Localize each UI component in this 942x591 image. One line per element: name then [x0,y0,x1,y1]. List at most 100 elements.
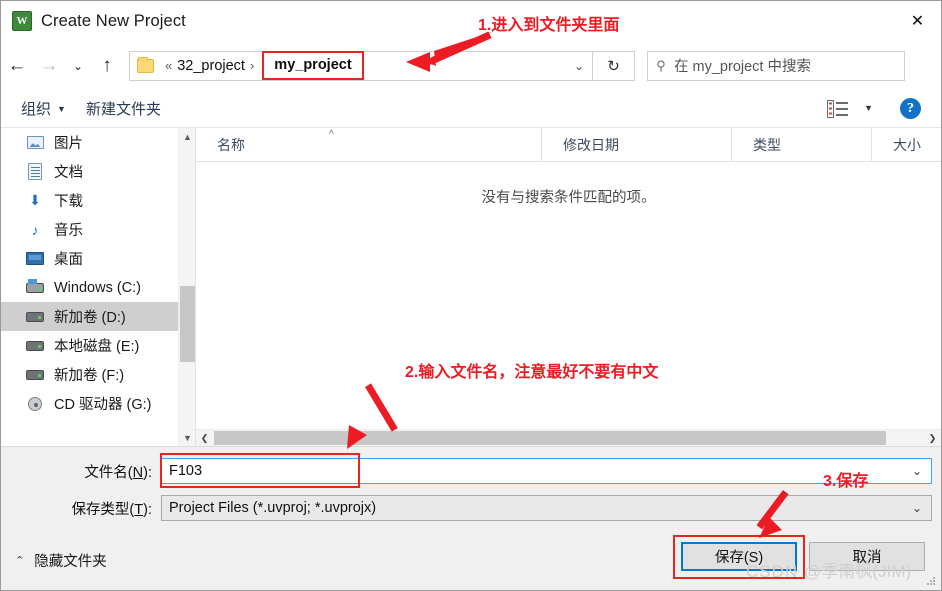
file-list-horizontal-scrollbar[interactable]: ❮ ❯ [196,429,941,446]
sidebar-item-label: 下载 [54,194,83,210]
chevron-right-icon[interactable]: ❯ [924,430,941,446]
sort-ascending-icon: ^ [329,128,334,140]
documents-icon [25,163,45,181]
address-chevron-down-icon[interactable]: ⌄ [574,52,584,80]
column-label: 大小 [893,136,921,153]
drive-icon [25,308,45,326]
view-layout-icon[interactable] [827,100,849,118]
column-headers: 名称 ^ 修改日期 类型 大小 [196,127,941,162]
filename-input[interactable]: F103 ⌄ [161,458,932,484]
chevron-up-icon[interactable]: ▲ [179,128,196,145]
column-label: 名称 [217,136,245,153]
filetype-label-key: T [134,501,144,518]
breadcrumb-current[interactable]: my_project [262,51,364,80]
sidebar-item-label: 桌面 [54,252,83,268]
watermark: CSDN @季南枫(JIM) [746,557,911,582]
sidebar-item-label: Windows (C:) [54,279,142,296]
forward-icon[interactable]: → [33,51,65,81]
breadcrumb-parent[interactable]: 32_project [177,58,245,74]
sidebar-item-volume-d[interactable]: 新加卷 (D:) [1,302,196,331]
windows-drive-icon [25,278,45,297]
filetype-label: 保存类型(T): [1,498,161,519]
navigation-sidebar[interactable]: 图片 文档 ⬇ 下载 ♪ 音乐 桌面 Windows (C:) 新加卷 (D:) [1,128,196,446]
column-header-date-modified[interactable]: 修改日期 [541,127,731,162]
folder-icon [137,56,154,73]
sidebar-scrollbar-thumb[interactable] [180,286,195,362]
back-icon[interactable]: ← [1,51,33,81]
sidebar-item-local-disk-e[interactable]: 本地磁盘 (E:) [1,331,196,360]
chevron-up-icon: ⌃ [15,555,25,567]
command-bar: 组织 ▼ 新建文件夹 ▼ ? [1,90,941,128]
sidebar-item-downloads[interactable]: ⬇ 下载 [1,186,196,215]
sidebar-item-windows-c[interactable]: Windows (C:) [1,273,196,302]
organize-label: 组织 [21,101,52,118]
sidebar-scrollbar[interactable]: ▲ ▼ [178,128,195,446]
close-icon[interactable]: ✕ [894,1,941,40]
sidebar-item-documents[interactable]: 文档 [1,157,196,186]
filename-label-prefix: 文件名( [84,464,133,481]
up-icon[interactable]: ↑ [91,51,123,81]
music-icon: ♪ [31,221,39,238]
chevron-down-icon: ▼ [57,103,66,114]
sidebar-item-label: 新加卷 (F:) [54,368,125,384]
new-folder-button[interactable]: 新建文件夹 [86,98,161,119]
chevron-left-icon[interactable]: ❮ [196,430,213,446]
sidebar-item-pictures[interactable]: 图片 [1,128,196,157]
column-header-type[interactable]: 类型 [731,127,871,162]
sidebar-item-label: 图片 [54,136,83,152]
watermark-author: @季南枫(JIM) [804,562,912,581]
search-input[interactable]: 在 my_project 中搜索 [674,55,811,76]
new-folder-label: 新建文件夹 [85,101,161,118]
recent-locations-chevron-down-icon[interactable]: ⌄ [65,51,91,81]
empty-state-message: 没有与搜索条件匹配的项。 [481,190,656,206]
sidebar-item-cd-drive-g[interactable]: CD 驱动器 (G:) [1,389,196,418]
drive-icon [25,366,45,384]
window-title: Create New Project [41,11,186,30]
drive-icon [25,337,45,355]
column-label: 类型 [753,136,781,153]
breadcrumb-overflow[interactable]: « [165,58,172,73]
filename-label-suffix: ): [143,464,152,481]
sidebar-item-desktop[interactable]: 桌面 [1,244,196,273]
refresh-icon[interactable]: ↻ [593,50,635,81]
search-box[interactable]: ⚲ 在 my_project 中搜索 [647,50,905,81]
hide-folders-toggle[interactable]: ⌃ 隐藏文件夹 [15,550,107,571]
view-chevron-down-icon[interactable]: ▼ [864,103,873,113]
filetype-value: Project Files (*.uvproj; *.uvprojx) [169,500,377,516]
annotation-1-text: 1.进入到文件夹里面 [478,17,620,34]
watermark-brand: CSDN [746,562,799,581]
sidebar-item-music[interactable]: ♪ 音乐 [1,215,196,244]
sidebar-item-label: 文档 [54,165,83,181]
address-bar[interactable]: « 32_project › my_project ⌄ [129,50,593,81]
resize-grip[interactable] [926,576,936,586]
breadcrumb-separator: › [249,58,255,73]
annotation-1-arrow [406,31,492,72]
filename-label-key: N [132,464,144,481]
sidebar-item-volume-f[interactable]: 新加卷 (F:) [1,360,196,389]
app-icon-glyph: W [16,15,28,27]
annotation-2-text: 2.输入文件名，注意最好不要有中文 [405,364,659,381]
organize-button[interactable]: 组织 ▼ [21,98,66,119]
filename-chevron-down-icon[interactable]: ⌄ [912,464,922,478]
help-icon[interactable]: ? [900,98,921,119]
filename-label: 文件名(N): [1,461,161,482]
filetype-label-suffix: ): [143,501,152,518]
search-icon: ⚲ [656,57,666,73]
filename-value: F103 [169,463,203,479]
annotation-2-arrow [347,383,398,449]
file-list-pane[interactable]: 名称 ^ 修改日期 类型 大小 没有与搜索条件匹配的项。 ❮ ❯ [196,127,941,446]
column-label: 修改日期 [563,136,619,153]
sidebar-item-label: CD 驱动器 (G:) [54,397,152,413]
column-header-size[interactable]: 大小 [871,127,941,162]
hide-folders-label: 隐藏文件夹 [34,554,107,570]
column-header-name[interactable]: 名称 ^ [196,128,541,162]
sidebar-item-label: 本地磁盘 (E:) [54,339,140,355]
keil-uvision-icon: W [12,11,32,31]
create-new-project-dialog: W Create New Project ✕ ← → ⌄ ↑ « 32_proj… [0,0,942,591]
filetype-chevron-down-icon[interactable]: ⌄ [912,501,922,515]
chevron-down-icon[interactable]: ▼ [179,429,196,446]
downloads-icon: ⬇ [29,192,41,208]
horizontal-scrollbar-thumb[interactable] [214,431,886,445]
filetype-label-prefix: 保存类型( [71,501,135,518]
desktop-icon [25,250,45,268]
